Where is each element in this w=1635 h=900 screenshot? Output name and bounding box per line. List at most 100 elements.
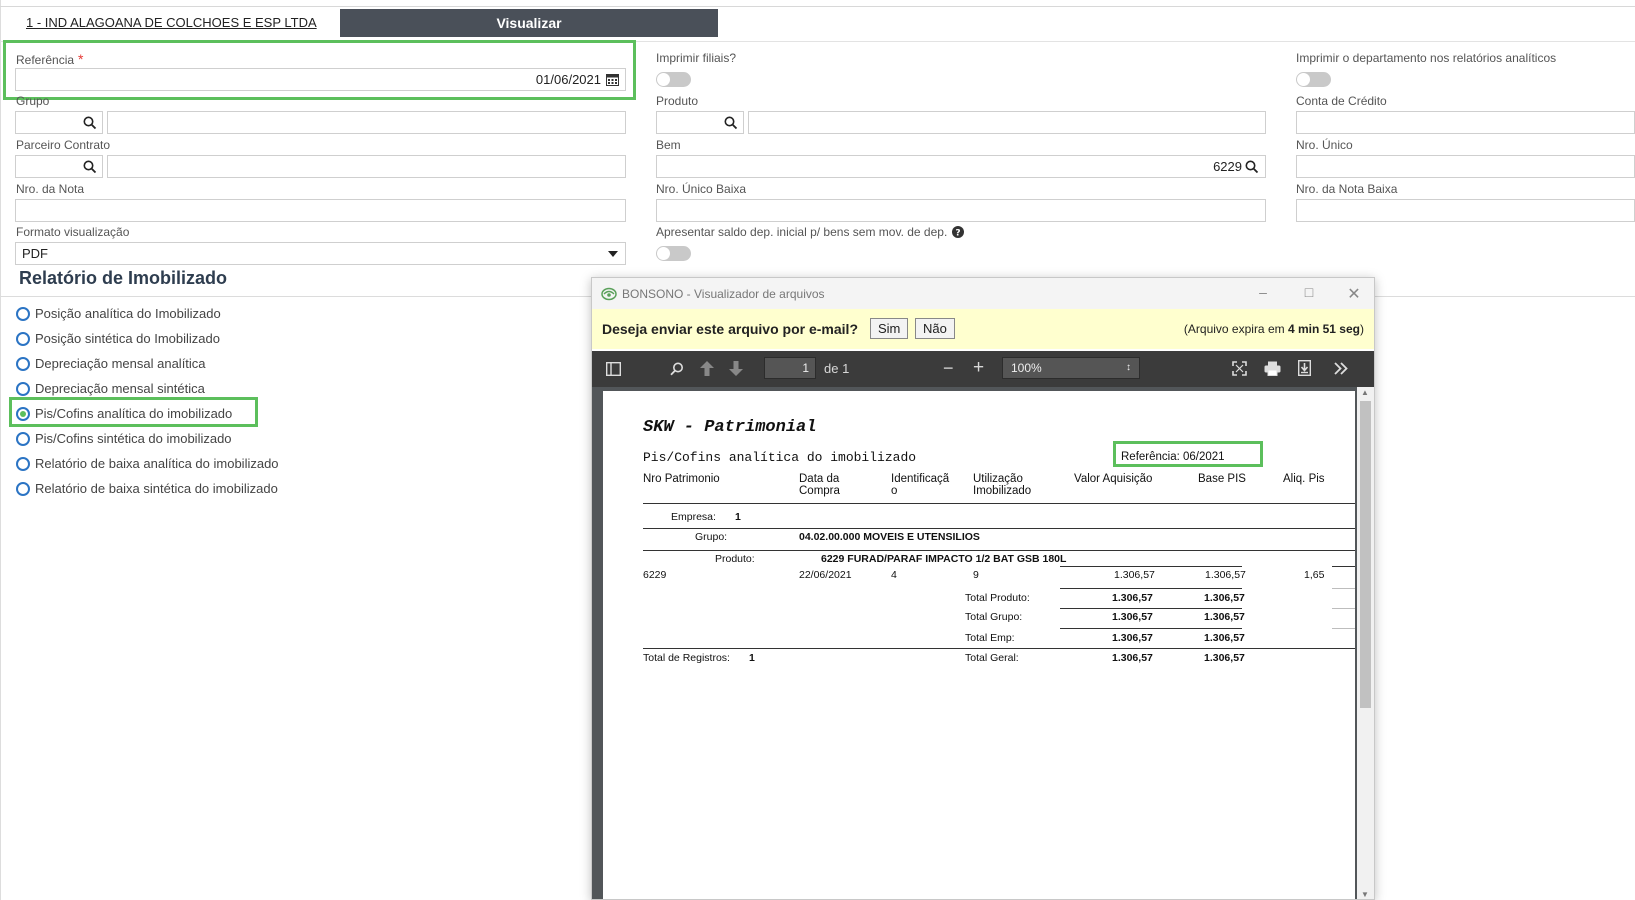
conta-credito-input[interactable] [1296,111,1635,134]
radio-label: Posição sintética do Imobilizado [35,331,220,346]
company-link[interactable]: 1 - IND ALAGOANA DE COLCHOES E ESP LTDA [26,15,317,30]
header-rule [643,503,1355,504]
nro-unico-baixa-input[interactable] [656,199,1266,222]
zoom-out-icon[interactable]: − [943,358,954,379]
produto-description-input[interactable] [748,111,1266,134]
grupo-description-input[interactable] [107,111,626,134]
radio-button[interactable] [16,331,30,346]
total-produto-valor: 1.306,57 [1112,592,1153,604]
total-emp-base: 1.306,57 [1204,632,1245,644]
viewer-title: BONSONO - Visualizador de arquivos [622,286,825,301]
page-number-input[interactable]: 1 [764,357,816,379]
pdf-title: SKW - Patrimonial [643,418,817,437]
parceiro-code-input[interactable] [15,155,103,178]
next-page-icon[interactable] [729,361,743,376]
imprimir-filiais-toggle[interactable] [656,72,691,87]
row-ident: 4 [891,569,897,581]
bem-value: 6229 [1213,159,1242,174]
radio-label: Relatório de baixa analítica do imobiliz… [35,456,279,471]
svg-text:?: ? [956,229,961,239]
radio-button[interactable] [16,306,30,321]
sim-button[interactable]: Sim [870,318,909,339]
formato-select[interactable]: PDF [15,242,626,265]
radio-posicao-analitica[interactable]: Posição analítica do Imobilizado [16,306,221,321]
total-emp-valor: 1.306,57 [1112,632,1153,644]
row-top-rule [1060,566,1242,567]
radio-button[interactable] [16,431,30,446]
close-icon[interactable]: ✕ [1344,284,1364,303]
radio-button[interactable] [16,481,30,496]
fullscreen-icon[interactable] [1232,361,1247,376]
radio-button[interactable] [16,456,30,471]
total-produto-base: 1.306,57 [1204,592,1245,604]
more-tools-icon[interactable] [1334,362,1348,375]
radio-depreciacao-sintetica[interactable]: Depreciação mensal sintética [16,381,205,396]
file-viewer-window: BONSONO - Visualizador de arquivos – □ ✕… [591,277,1375,900]
total-grupo-base: 1.306,57 [1204,611,1245,623]
col-identificacao: Identificaçã o [891,473,950,497]
pdf-scrollbar[interactable]: ▲ ▼ [1357,387,1374,899]
nro-nota-input[interactable] [15,199,626,222]
radio-baixa-sintetica[interactable]: Relatório de baixa sintética do imobiliz… [16,481,278,496]
radio-label: Pis/Cofins sintética do imobilizado [35,431,232,446]
col-aliq-pis: Aliq. Pis [1283,473,1325,485]
search-icon[interactable] [724,116,738,130]
search-icon[interactable] [83,160,97,174]
pdf-referencia-highlight [1113,441,1263,467]
maximize-icon[interactable]: □ [1299,284,1319,302]
nro-nota-baixa-input[interactable] [1296,199,1635,222]
radio-button[interactable] [16,381,30,396]
viewer-titlebar[interactable]: BONSONO - Visualizador de arquivos – □ ✕ [592,278,1374,309]
radio-posicao-sintetica[interactable]: Posição sintética do Imobilizado [16,331,220,346]
imprimir-depto-toggle[interactable] [1296,72,1331,87]
parceiro-label: Parceiro Contrato [16,138,111,152]
email-question: Deseja enviar este arquivo por e-mail? [602,321,858,337]
radio-piscofins-sintetica[interactable]: Pis/Cofins sintética do imobilizado [16,431,232,446]
grupo-label: Grupo: [695,531,728,543]
sidebar-toggle-icon[interactable] [606,362,621,376]
pdf-page: SKW - Patrimonial Pis/Cofins analítica d… [603,391,1355,899]
bem-input[interactable]: 6229 [656,155,1266,178]
total-produto-label: Total Produto: [965,592,1030,604]
total-grupo-valor: 1.306,57 [1112,611,1153,623]
pdf-toolbar: 1 de 1 − + 100% ↕ [592,351,1374,387]
radio-baixa-analitica[interactable]: Relatório de baixa analítica do imobiliz… [16,456,279,471]
print-icon[interactable] [1264,361,1281,376]
produto-code-input[interactable] [656,111,744,134]
saldo-toggle[interactable] [656,246,691,261]
help-icon[interactable]: ? [952,226,965,239]
nro-unico-input[interactable] [1296,155,1635,178]
select-arrows-icon: ↕ [1126,362,1131,373]
scrollbar-thumb[interactable] [1360,401,1371,708]
row-aliq: 1,65 [1304,569,1325,581]
app-logo-icon [601,287,617,300]
page-left-border [0,0,1,900]
zoom-select[interactable]: 100% ↕ [1002,357,1140,379]
zoom-in-icon[interactable]: + [973,357,984,379]
radio-depreciacao-analitica[interactable]: Depreciação mensal analítica [16,356,206,371]
row-data: 22/06/2021 [799,569,852,581]
visualizar-button[interactable]: Visualizar [340,9,718,37]
grupo-rule [643,550,1355,551]
grupo-code-input[interactable] [15,111,103,134]
formato-value: PDF [22,246,48,261]
download-icon[interactable] [1298,360,1311,376]
radio-button[interactable] [16,356,30,371]
top-divider [0,6,1635,7]
row-valor: 1.306,57 [1114,569,1155,581]
parceiro-description-input[interactable] [107,155,626,178]
total-geral-rule [643,648,1355,649]
total-emp-rule [1060,628,1242,629]
scroll-down-icon[interactable]: ▼ [1361,890,1369,899]
minimize-icon[interactable]: – [1253,284,1273,302]
chevron-down-icon [608,251,618,257]
find-icon[interactable] [670,362,684,376]
row-base: 1.306,57 [1205,569,1246,581]
nao-button[interactable]: Não [915,318,955,339]
section-title: Relatório de Imobilizado [19,268,228,288]
total-geral-label: Total Geral: [965,652,1019,664]
search-icon[interactable] [1245,160,1259,174]
scroll-up-icon[interactable]: ▲ [1361,388,1369,397]
search-icon[interactable] [83,116,97,130]
previous-page-icon[interactable] [700,361,714,376]
